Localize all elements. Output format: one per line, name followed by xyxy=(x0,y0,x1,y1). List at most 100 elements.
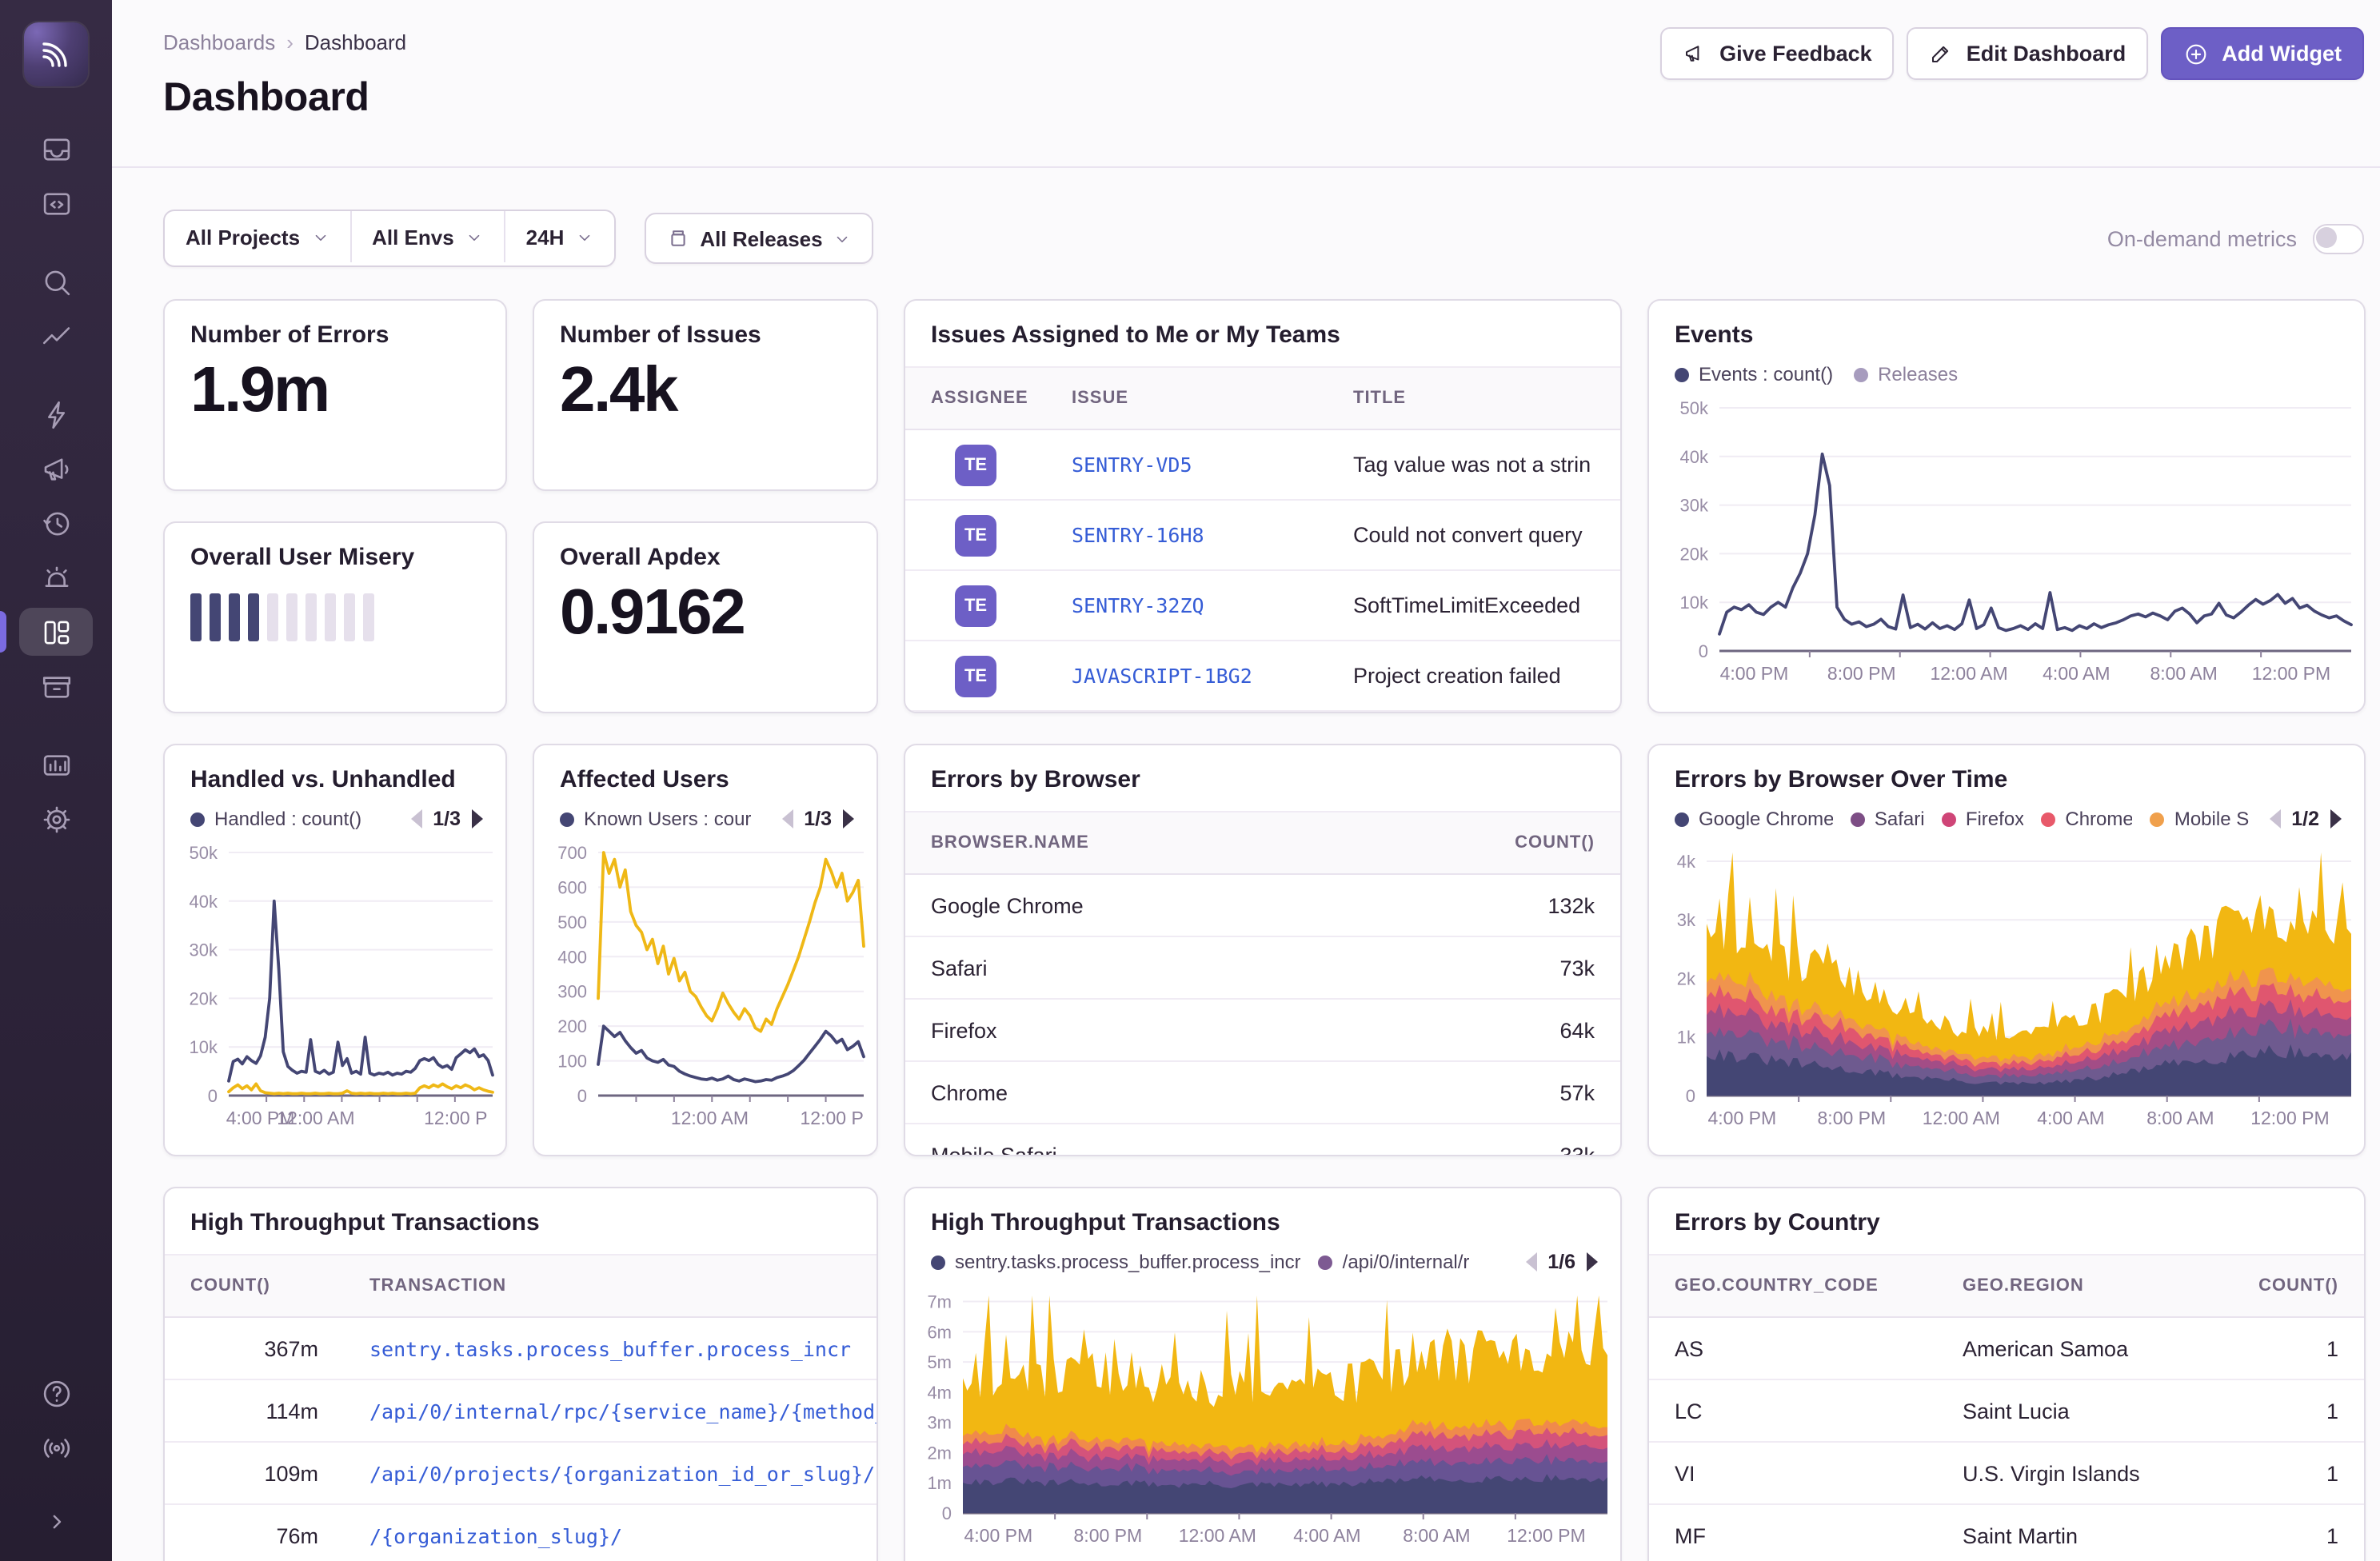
sidebar-item-boost[interactable] xyxy=(19,390,93,438)
page-filters: All Projects All Envs 24H xyxy=(163,210,615,267)
svg-text:4:00 PM: 4:00 PM xyxy=(1708,1108,1777,1128)
page-indicator: 1/6 xyxy=(1547,1251,1575,1273)
svg-text:12:00 AM: 12:00 AM xyxy=(1923,1108,2000,1128)
sidebar-item-projects[interactable] xyxy=(19,179,93,227)
column-header[interactable]: BROWSER.NAME xyxy=(905,833,1444,852)
sidebar-item-stats[interactable] xyxy=(19,741,93,788)
prev-page-arrow[interactable] xyxy=(410,809,421,828)
prev-page-arrow[interactable] xyxy=(1525,1252,1536,1272)
transaction-link[interactable]: /{organization_slug}/ xyxy=(369,1523,622,1547)
high-throughput-chart: 01m2m3m4m5m6m7m4:00 PM8:00 PM12:00 AM4:0… xyxy=(915,1283,1614,1555)
assignee-avatar[interactable]: TE xyxy=(955,514,996,556)
legend-pagination: 1/3 xyxy=(781,808,854,830)
assignee-avatar[interactable]: TE xyxy=(955,444,996,485)
page-indicator: 1/2 xyxy=(2291,808,2319,830)
issue-title: Could not convert query xyxy=(1328,523,1620,547)
sidebar-collapse[interactable] xyxy=(19,1497,93,1545)
sidebar-item-dashboards[interactable] xyxy=(19,608,93,656)
assignee-avatar[interactable]: TE xyxy=(955,585,996,626)
column-header[interactable]: TRANSACTION xyxy=(344,1276,877,1296)
legend-dot xyxy=(1675,367,1689,381)
svg-text:12:00 AM: 12:00 AM xyxy=(277,1108,354,1128)
issue-link[interactable]: JAVASCRIPT-1BG2 xyxy=(1072,664,1252,688)
column-header[interactable]: COUNT() xyxy=(165,1276,344,1296)
legend-item[interactable]: Releases xyxy=(1854,363,1958,385)
issue-link[interactable]: SENTRY-VD5 xyxy=(1072,453,1192,477)
add-widget-button[interactable]: Add Widget xyxy=(2161,27,2364,80)
next-page-arrow[interactable] xyxy=(472,809,483,828)
table-cell: VI xyxy=(1649,1461,1937,1485)
breadcrumb-dashboard[interactable]: Dashboard xyxy=(305,30,406,54)
prev-page-arrow[interactable] xyxy=(781,809,793,828)
transaction-link[interactable]: sentry.tasks.process_buffer.process_incr xyxy=(369,1336,851,1360)
give-feedback-button[interactable]: Give Feedback xyxy=(1660,27,1895,80)
legend-item[interactable]: sentry.tasks.process_buffer.process_incr xyxy=(931,1251,1301,1273)
column-header[interactable]: GEO.REGION xyxy=(1937,1276,2230,1296)
release-filter[interactable]: All Releases xyxy=(644,213,873,264)
table-cell: 64k xyxy=(1444,1018,1620,1042)
table-cell: 1 xyxy=(2230,1461,2364,1485)
issue-link[interactable]: SENTRY-16H8 xyxy=(1072,523,1204,547)
column-header[interactable]: TITLE xyxy=(1328,389,1620,408)
sidebar-item-performance[interactable] xyxy=(19,312,93,360)
widget-title: Affected Users xyxy=(534,745,877,793)
svg-text:40k: 40k xyxy=(1680,447,1709,467)
legend-pagination: 1/3 xyxy=(410,808,483,830)
edit-dashboard-button[interactable]: Edit Dashboard xyxy=(1907,27,2149,80)
sentry-logo[interactable] xyxy=(24,22,88,86)
legend-dot xyxy=(2150,812,2165,826)
sidebar-item-replays[interactable] xyxy=(19,499,93,547)
sidebar-item-explore[interactable] xyxy=(19,258,93,305)
sidebar-item-issues[interactable] xyxy=(19,125,93,173)
table-cell: Saint Lucia xyxy=(1937,1399,2230,1423)
svg-text:12:00 PM: 12:00 PM xyxy=(1507,1525,1585,1546)
misery-bar xyxy=(210,593,221,641)
next-page-arrow[interactable] xyxy=(1587,1252,1598,1272)
svg-text:50k: 50k xyxy=(1680,398,1709,418)
legend-item[interactable]: Safari xyxy=(1851,808,1924,830)
next-page-arrow[interactable] xyxy=(843,809,854,828)
prev-page-arrow[interactable] xyxy=(2269,809,2280,828)
legend-item[interactable]: Known Users : cour xyxy=(560,808,751,830)
sidebar-item-help[interactable] xyxy=(19,1369,93,1417)
issue-link[interactable]: SENTRY-32ZQ xyxy=(1072,593,1204,617)
widget-title: High Throughput Transactions xyxy=(905,1188,1620,1236)
sidebar xyxy=(0,0,112,1561)
breadcrumb-dashboards[interactable]: Dashboards xyxy=(163,30,275,54)
transaction-link[interactable]: /api/0/projects/{organization_id_or_slug… xyxy=(369,1461,877,1485)
table-header: BROWSER.NAMECOUNT() xyxy=(905,811,1620,875)
table-row: Safari73k xyxy=(905,937,1620,1000)
table-cell: 33k xyxy=(1444,1143,1620,1156)
column-header[interactable]: COUNT() xyxy=(2230,1276,2364,1296)
sidebar-item-releases[interactable] xyxy=(19,662,93,710)
widget-title: Number of Issues xyxy=(534,301,877,349)
widget-title: High Throughput Transactions xyxy=(165,1188,877,1236)
archive-icon xyxy=(39,669,73,703)
project-filter[interactable]: All Projects xyxy=(165,211,349,262)
sidebar-item-settings[interactable] xyxy=(19,795,93,843)
date-range-filter[interactable]: 24H xyxy=(504,211,614,262)
environment-filter[interactable]: All Envs xyxy=(349,211,504,262)
column-header[interactable]: GEO.COUNTRY_CODE xyxy=(1649,1276,1937,1296)
sidebar-item-alerts[interactable] xyxy=(19,553,93,601)
legend-item[interactable]: Google Chrome xyxy=(1675,808,1833,830)
legend-item[interactable]: Mobile S xyxy=(2150,808,2248,830)
widget-high-throughput-chart: High Throughput Transactions sentry.task… xyxy=(904,1187,1622,1561)
assignee-avatar[interactable]: TE xyxy=(955,655,996,697)
legend-item[interactable]: Handled : count() xyxy=(190,808,361,830)
widget-events: Events Events : count()Releases 010k20k3… xyxy=(1647,299,2366,713)
next-page-arrow[interactable] xyxy=(2330,809,2342,828)
legend-item[interactable]: Firefox xyxy=(1942,808,2024,830)
legend-item[interactable]: /api/0/internal/r xyxy=(1319,1251,1470,1273)
user-misery-gauge xyxy=(165,571,505,641)
sidebar-item-feedback[interactable] xyxy=(19,445,93,493)
legend-item[interactable]: Events : count() xyxy=(1675,363,1833,385)
transaction-link[interactable]: /api/0/internal/rpc/{service_name}/{meth… xyxy=(369,1399,877,1423)
on-demand-toggle[interactable] xyxy=(2313,223,2364,254)
column-header[interactable]: ISSUE xyxy=(1046,389,1328,408)
legend-pagination: 1/6 xyxy=(1525,1251,1598,1273)
sidebar-item-whats-new[interactable] xyxy=(19,1423,93,1471)
column-header[interactable]: COUNT() xyxy=(1444,833,1620,852)
column-header[interactable]: ASSIGNEE xyxy=(905,389,1046,408)
legend-item[interactable]: Chrome xyxy=(2041,808,2132,830)
